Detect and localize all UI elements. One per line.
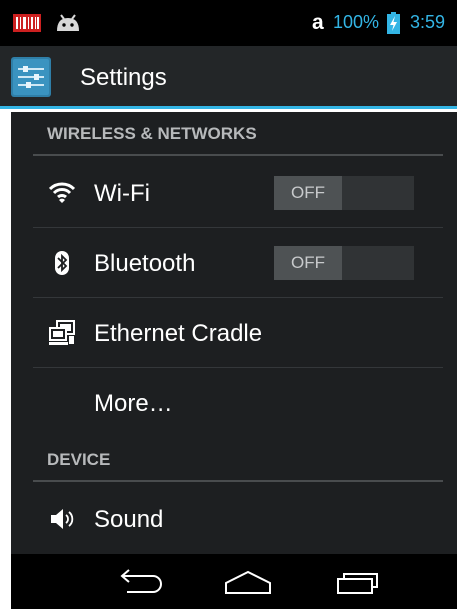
back-button[interactable] bbox=[83, 554, 193, 609]
toggle-knob: OFF bbox=[274, 246, 342, 280]
carrier-letter: a bbox=[312, 11, 324, 34]
settings-item-sound[interactable]: Sound bbox=[33, 484, 443, 554]
wifi-icon bbox=[49, 182, 75, 203]
ethernet-cradle-icon bbox=[49, 320, 75, 345]
screen: a 100% 3:59 Settings WIRELESS & NETWORKS bbox=[0, 0, 457, 609]
settings-item-label: Wi-Fi bbox=[94, 180, 150, 207]
home-icon bbox=[225, 570, 271, 594]
clock: 3:59 bbox=[410, 12, 446, 32]
bluetooth-icon bbox=[55, 251, 69, 275]
bluetooth-toggle[interactable]: OFF bbox=[274, 246, 414, 280]
settings-item-ethernet-cradle[interactable]: Ethernet Cradle bbox=[33, 298, 443, 368]
page-title: Settings bbox=[80, 64, 167, 91]
battery-charging-icon bbox=[387, 12, 400, 34]
toggle-state: OFF bbox=[291, 183, 325, 202]
speaker-icon bbox=[51, 509, 74, 529]
battery-percent: 100% bbox=[333, 12, 380, 32]
action-bar: Settings bbox=[0, 46, 457, 109]
section-header-wireless: WIRELESS & NETWORKS bbox=[33, 112, 443, 156]
back-icon bbox=[120, 568, 162, 593]
settings-list: WIRELESS & NETWORKS Wi-Fi OFF Bluetooth … bbox=[11, 112, 457, 554]
toggle-state: OFF bbox=[291, 253, 325, 272]
toggle-knob: OFF bbox=[274, 176, 342, 210]
settings-app-icon[interactable] bbox=[11, 57, 51, 97]
settings-item-label: More… bbox=[94, 390, 173, 417]
navigation-bar bbox=[11, 554, 457, 609]
wifi-toggle[interactable]: OFF bbox=[274, 176, 414, 210]
settings-item-label: Bluetooth bbox=[94, 250, 196, 277]
barcode-scanner-icon bbox=[13, 14, 41, 32]
status-bar: a 100% 3:59 bbox=[0, 0, 457, 46]
section-header-device: DEVICE bbox=[33, 438, 443, 482]
settings-item-bluetooth[interactable]: Bluetooth OFF bbox=[33, 228, 443, 298]
settings-item-label: Ethernet Cradle bbox=[94, 320, 263, 347]
android-debug-icon bbox=[57, 14, 79, 31]
section-header-label: DEVICE bbox=[47, 450, 111, 469]
settings-item-more[interactable]: More… bbox=[33, 368, 443, 438]
recent-apps-icon bbox=[337, 572, 378, 594]
settings-item-wifi[interactable]: Wi-Fi OFF bbox=[33, 158, 443, 228]
settings-item-label: Sound bbox=[94, 506, 164, 533]
home-button[interactable] bbox=[193, 554, 303, 609]
recent-apps-button[interactable] bbox=[303, 554, 413, 609]
section-header-label: WIRELESS & NETWORKS bbox=[47, 124, 257, 143]
